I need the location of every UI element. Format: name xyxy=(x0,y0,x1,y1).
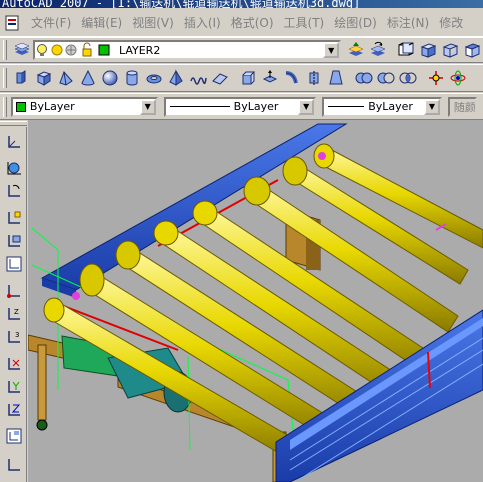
plot-style-value: 随颜 xyxy=(453,100,476,114)
extrude-icon[interactable] xyxy=(237,67,259,89)
wedge-icon[interactable] xyxy=(55,67,77,89)
chevron-down-icon[interactable]: ▼ xyxy=(323,42,340,58)
world-ucs-icon[interactable] xyxy=(3,157,25,179)
properties-toolbar: ByLayer ▼ ByLayer ▼ ByLayer ▼ 随颜 xyxy=(0,93,483,120)
linetype-value: ByLayer xyxy=(233,100,279,113)
subtract-icon[interactable] xyxy=(375,67,397,89)
loft-icon[interactable] xyxy=(325,67,347,89)
box-view-icon[interactable] xyxy=(461,39,483,61)
linetype-sample xyxy=(169,106,230,107)
menu-draw[interactable]: 绘图(D) xyxy=(329,9,382,37)
layer-state-icons xyxy=(36,42,110,57)
layers-toolbar: LAYER2 ▼ xyxy=(0,37,483,63)
planar-surface-icon[interactable] xyxy=(209,67,231,89)
color-swatch xyxy=(15,101,26,112)
layer-previous-icon[interactable] xyxy=(367,39,389,61)
menu-modify[interactable]: 修改 xyxy=(434,9,468,37)
menu-view[interactable]: 视图(V) xyxy=(127,9,179,37)
intersect-icon[interactable] xyxy=(397,67,419,89)
svg-text:3: 3 xyxy=(15,331,19,339)
svg-text:Z: Z xyxy=(14,308,19,316)
torus-icon[interactable] xyxy=(143,67,165,89)
ucs-toolbar: Z 3 xyxy=(0,127,27,482)
menu-format[interactable]: 格式(O) xyxy=(226,9,279,37)
3point-ucs-icon[interactable]: 3 xyxy=(3,326,25,348)
lineweight-dropdown[interactable]: ByLayer ▼ xyxy=(322,96,442,117)
toolbar-grip[interactable] xyxy=(3,68,7,88)
apply-ucs-icon[interactable] xyxy=(3,425,25,447)
move-3d-icon[interactable] xyxy=(425,67,447,89)
cylinder-icon[interactable] xyxy=(121,67,143,89)
presspull-icon[interactable] xyxy=(259,67,281,89)
menu-file[interactable]: 文件(F) xyxy=(26,9,76,37)
union-icon[interactable] xyxy=(353,67,375,89)
cone-icon[interactable] xyxy=(77,67,99,89)
ucs-icon[interactable] xyxy=(3,131,25,153)
sweep-icon[interactable] xyxy=(281,67,303,89)
view-ucs-icon[interactable] xyxy=(3,253,25,275)
roller-conveyor-3d-model xyxy=(28,123,483,482)
toolbar-grip[interactable] xyxy=(3,40,7,60)
ucs-previous-icon[interactable] xyxy=(3,180,25,202)
helix-icon[interactable] xyxy=(187,67,209,89)
left-toolbar-grip[interactable] xyxy=(0,121,27,126)
menu-bar: 文件(F) 编辑(E) 视图(V) 插入(I) 格式(O) 工具(T) 绘图(D… xyxy=(0,9,483,37)
linetype-dropdown[interactable]: ByLayer ▼ xyxy=(163,96,317,117)
lineweight-value: ByLayer xyxy=(368,100,413,113)
rotate-3d-icon[interactable] xyxy=(447,67,469,89)
plot-style-dropdown[interactable]: 随颜 xyxy=(447,96,477,117)
color-value: ByLayer xyxy=(29,100,75,113)
color-dropdown[interactable]: ByLayer ▼ xyxy=(10,96,158,117)
box-icon[interactable] xyxy=(33,67,55,89)
x-rotate-ucs-icon[interactable] xyxy=(3,353,25,375)
z-axis-ucs-icon[interactable]: Z xyxy=(3,303,25,325)
box-solid-icon[interactable] xyxy=(417,39,439,61)
drawing-viewport[interactable] xyxy=(28,120,483,482)
view-toolbar-icon[interactable] xyxy=(395,39,417,61)
lineweight-sample xyxy=(328,106,365,107)
autocad-window: AutoCAD 2007 - [I:\输送机\辊道输送机\辊道输送机3d.dwg… xyxy=(0,0,483,482)
pyramid-icon[interactable] xyxy=(165,67,187,89)
origin-ucs-icon[interactable] xyxy=(3,280,25,302)
face-ucs-icon[interactable] xyxy=(3,207,25,229)
menu-insert[interactable]: 插入(I) xyxy=(179,9,226,37)
modeling-toolbar xyxy=(0,64,483,92)
chevron-down-icon[interactable]: ▼ xyxy=(298,98,315,115)
ucs-list-icon[interactable] xyxy=(3,454,25,476)
layer-dropdown[interactable]: LAYER2 ▼ xyxy=(32,40,342,60)
layer-manager-icon[interactable] xyxy=(11,39,33,61)
box-wire-icon[interactable] xyxy=(439,39,461,61)
menu-dimension[interactable]: 标注(N) xyxy=(382,9,434,37)
window-title: AutoCAD 2007 - [I:\输送机\辊道输送机\辊道输送机3d.dwg… xyxy=(2,0,361,8)
menu-tools[interactable]: 工具(T) xyxy=(279,9,330,37)
title-bar: AutoCAD 2007 - [I:\输送机\辊道输送机\辊道输送机3d.dwg… xyxy=(0,0,483,8)
chevron-down-icon[interactable]: ▼ xyxy=(139,98,156,115)
revolve-icon[interactable] xyxy=(303,67,325,89)
polysolid-icon[interactable] xyxy=(11,67,33,89)
sphere-icon[interactable] xyxy=(99,67,121,89)
menu-edit[interactable]: 编辑(E) xyxy=(76,9,127,37)
toolbar-grip[interactable] xyxy=(3,96,7,117)
layer-name: LAYER2 xyxy=(118,43,161,57)
y-rotate-ucs-icon[interactable] xyxy=(3,376,25,398)
document-icon[interactable] xyxy=(2,12,24,34)
z-rotate-ucs-icon[interactable] xyxy=(3,399,25,421)
object-ucs-icon[interactable] xyxy=(3,230,25,252)
make-current-layer-icon[interactable] xyxy=(345,39,367,61)
chevron-down-icon[interactable]: ▼ xyxy=(423,98,440,115)
